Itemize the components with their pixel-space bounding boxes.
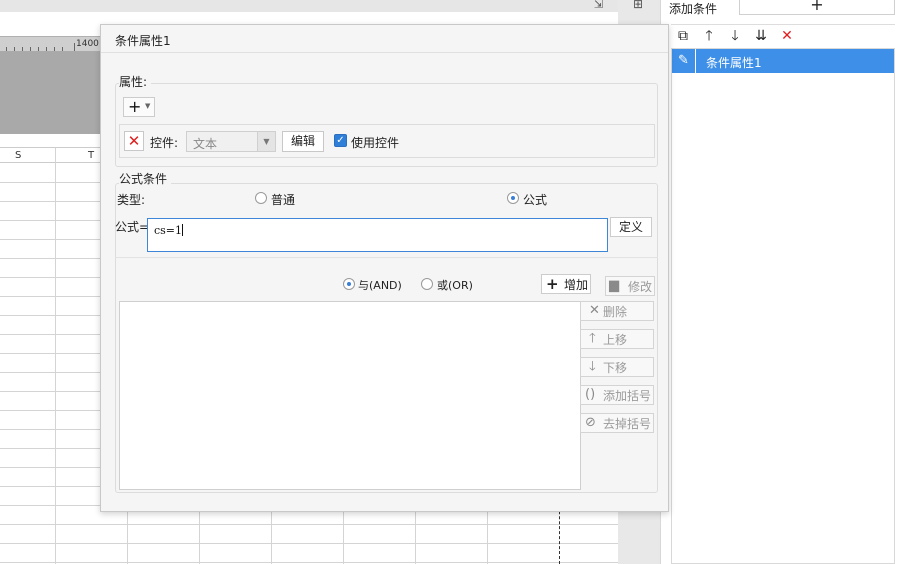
formula-input-value: cs=1: [154, 224, 183, 237]
logic-or-label[interactable]: 或(OR): [437, 277, 473, 293]
type-normal-label[interactable]: 普通: [271, 191, 295, 208]
pencil-icon[interactable]: ✎: [672, 49, 696, 73]
move-up-button[interactable]: 🡑 上移: [580, 329, 654, 349]
chevron-down-icon[interactable]: ▼: [257, 132, 275, 151]
arrow-up-icon[interactable]: 🡑: [699, 27, 719, 45]
delete-attribute-icon[interactable]: ✕: [124, 131, 144, 151]
plus-icon: +: [128, 97, 142, 116]
formula-condition-legend: 公式条件: [119, 170, 172, 187]
arrow-up-icon: 🡑: [589, 331, 596, 346]
grid-column-line: [55, 163, 56, 564]
move-up-button-label: 上移: [603, 333, 628, 347]
column-header-s[interactable]: S: [15, 150, 21, 161]
column-header-t[interactable]: T: [88, 150, 94, 161]
use-control-checkbox[interactable]: ✓: [334, 134, 347, 147]
logic-and-radio[interactable]: [343, 278, 355, 290]
condition-list: ✎ 条件属性1: [671, 48, 895, 564]
control-type-select[interactable]: 文本 ▼: [186, 131, 276, 152]
remove-bracket-button-label: 去掉括号: [603, 417, 652, 431]
ruler: 1400: [0, 36, 100, 52]
formula-label: 公式=: [115, 220, 150, 234]
add-condition-button[interactable]: +: [739, 0, 895, 15]
edit-button[interactable]: 编辑: [282, 131, 324, 152]
type-label: 类型:: [117, 193, 146, 207]
define-button[interactable]: 定义: [610, 217, 652, 237]
grid-row-line: [0, 562, 620, 563]
arrow-down-icon: 🡓: [589, 359, 596, 374]
plus-icon: +: [546, 275, 559, 293]
add-bracket-button-label: 添加括号: [603, 389, 652, 403]
condition-toolbar: ⧉ 🡑 🡓 ⇊ ✕: [671, 24, 895, 46]
remove-bracket-icon: ⊘: [585, 415, 596, 430]
move-down-button[interactable]: 🡓 下移: [580, 357, 654, 377]
page-gray-area: [0, 52, 100, 134]
ruler-label: 1400: [76, 39, 99, 49]
bracket-icon: (): [585, 387, 596, 402]
condition-panel: 添加条件 + ⧉ 🡑 🡓 ⇊ ✕ ✎ 条件属性1: [660, 0, 905, 564]
add-condition-label: 添加条件: [669, 2, 718, 16]
text-cursor: [182, 224, 184, 236]
add-condition-button[interactable]: + 增加: [541, 274, 591, 294]
arrow-down-icon[interactable]: 🡓: [725, 27, 745, 45]
grid-row-line: [0, 543, 620, 544]
move-down-button-label: 下移: [603, 361, 628, 375]
type-formula-label[interactable]: 公式: [523, 191, 547, 208]
condition-property-dialog: 条件属性1 属性: + ▼ ✕ 控件: 文本 ▼ 编辑 ✓ 使用控件 公式条件 …: [100, 24, 669, 512]
control-type-value: 文本: [193, 137, 218, 151]
logic-or-radio[interactable]: [421, 278, 433, 290]
delete-icon[interactable]: ✕: [777, 27, 797, 45]
attribute-row: ✕ 控件: 文本 ▼ 编辑 ✓ 使用控件: [119, 124, 655, 158]
move-bottom-icon[interactable]: ⇊: [751, 27, 771, 45]
delete-button-label: 删除: [603, 305, 628, 319]
attributes-legend: 属性:: [119, 73, 152, 90]
control-label: 控件:: [150, 136, 179, 150]
condition-list-area[interactable]: [119, 301, 581, 490]
delete-button[interactable]: ✕ 删除: [580, 301, 654, 321]
dialog-title: 条件属性1: [115, 34, 171, 48]
close-icon: ✕: [589, 303, 600, 318]
remove-bracket-button[interactable]: ⊘ 去掉括号: [580, 413, 654, 433]
condition-list-item[interactable]: ✎ 条件属性1: [672, 49, 894, 73]
resize-icon[interactable]: ⇲: [594, 0, 603, 11]
grid-icon[interactable]: ⊞: [627, 0, 649, 10]
column-header: S T: [0, 147, 100, 164]
type-formula-radio[interactable]: [507, 192, 519, 204]
condition-item-label: 条件属性1: [706, 56, 762, 70]
formula-input[interactable]: cs=1: [147, 218, 608, 252]
divider: [101, 52, 668, 53]
divider: [115, 257, 658, 258]
copy-icon[interactable]: ⧉: [673, 27, 693, 45]
chevron-down-icon: ▼: [145, 102, 151, 110]
grid-row-line: [0, 524, 620, 525]
modify-button-label: 修改: [628, 280, 653, 294]
type-normal-radio[interactable]: [255, 192, 267, 204]
add-button-label: 增加: [564, 278, 589, 292]
logic-and-label[interactable]: 与(AND): [358, 277, 402, 293]
add-bracket-button[interactable]: () 添加括号: [580, 385, 654, 405]
use-control-label[interactable]: 使用控件: [351, 134, 399, 151]
modify-button[interactable]: ▆ 修改: [605, 276, 655, 296]
sheet-toolbar: [0, 0, 620, 12]
modify-icon: ▆: [609, 278, 619, 293]
